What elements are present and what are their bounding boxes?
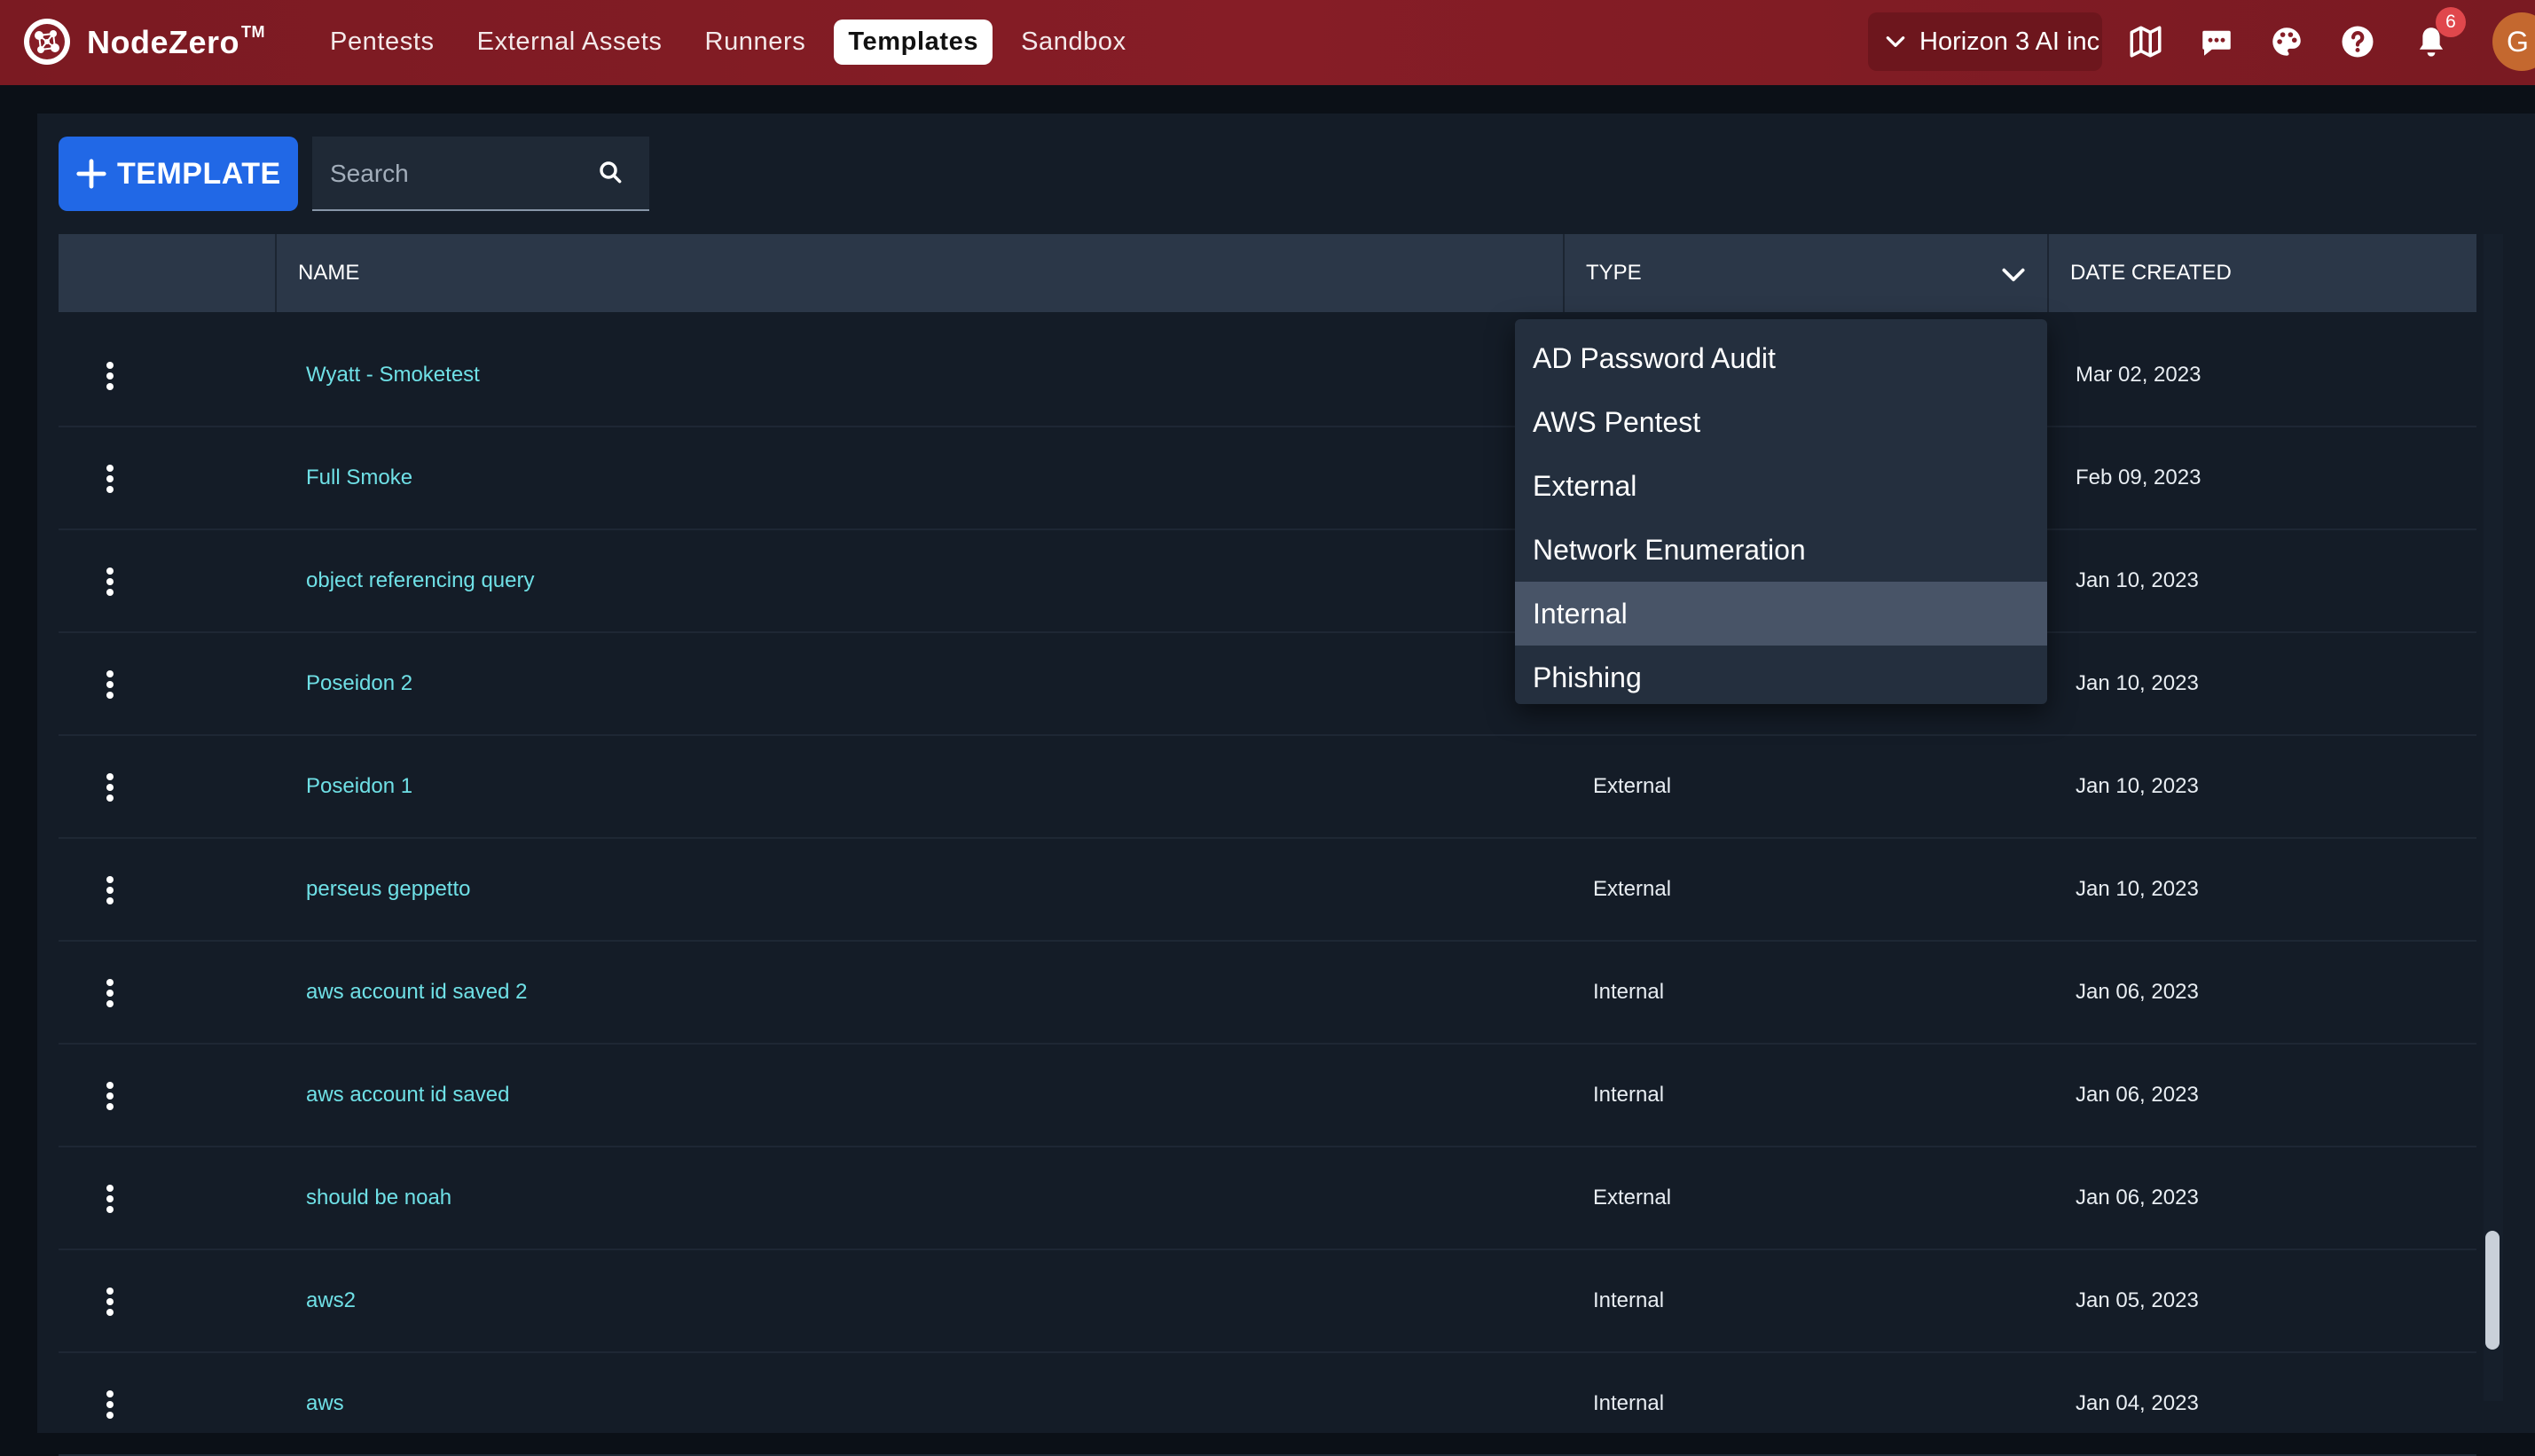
chevron-down-icon bbox=[1886, 36, 1905, 47]
search-icon[interactable] bbox=[596, 158, 624, 186]
more-options-icon[interactable] bbox=[105, 875, 115, 905]
template-date-created: Feb 09, 2023 bbox=[2076, 466, 2201, 489]
map-icon[interactable] bbox=[2127, 23, 2164, 60]
template-type: Internal bbox=[1593, 980, 1665, 1004]
search-box bbox=[312, 137, 649, 211]
template-date-created: Mar 02, 2023 bbox=[2076, 363, 2201, 387]
table-row: object referencing query Jan 10, 2023 bbox=[59, 530, 2476, 633]
column-header-date-created[interactable]: DATE CREATED bbox=[2049, 234, 2476, 312]
column-header-type[interactable]: TYPE bbox=[1565, 234, 2049, 312]
more-options-icon[interactable] bbox=[105, 772, 115, 802]
more-options-icon[interactable] bbox=[105, 1184, 115, 1214]
plus-icon bbox=[76, 159, 106, 189]
more-options-icon[interactable] bbox=[105, 464, 115, 494]
template-name-link[interactable]: Poseidon 2 bbox=[306, 671, 412, 696]
more-options-icon[interactable] bbox=[105, 567, 115, 597]
table-row: aws account id saved 2 Internal Jan 06, … bbox=[59, 942, 2476, 1045]
app-logo[interactable]: NodeZero TM bbox=[20, 16, 265, 67]
template-name-link[interactable]: object referencing query bbox=[306, 568, 534, 593]
template-name-link[interactable]: aws2 bbox=[306, 1288, 356, 1313]
chat-icon[interactable] bbox=[2198, 23, 2235, 60]
nav-external-assets[interactable]: External Assets bbox=[463, 20, 677, 65]
template-date-created: Jan 06, 2023 bbox=[2076, 1083, 2199, 1107]
template-date-created: Jan 10, 2023 bbox=[2076, 774, 2199, 798]
template-date-created: Jan 05, 2023 bbox=[2076, 1288, 2199, 1312]
template-type: Internal bbox=[1593, 1083, 1665, 1107]
template-type: Internal bbox=[1593, 1288, 1665, 1312]
org-name: Horizon 3 AI inc bbox=[1919, 27, 2100, 56]
type-option-ad-password-audit[interactable]: AD Password Audit bbox=[1515, 326, 2047, 390]
scrollbar-track[interactable] bbox=[2484, 234, 2503, 1401]
scrollbar-thumb[interactable] bbox=[2485, 1231, 2500, 1350]
type-option-aws-pentest[interactable]: AWS Pentest bbox=[1515, 390, 2047, 454]
template-date-created: Jan 06, 2023 bbox=[2076, 980, 2199, 1004]
table-row: Wyatt - Smoketest Mar 02, 2023 bbox=[59, 325, 2476, 427]
column-header-actions bbox=[59, 234, 277, 312]
type-option-phishing[interactable]: Phishing bbox=[1515, 646, 2047, 709]
template-name-link[interactable]: aws bbox=[306, 1391, 344, 1416]
more-options-icon[interactable] bbox=[105, 978, 115, 1008]
table-row: aws account id saved Internal Jan 06, 20… bbox=[59, 1045, 2476, 1147]
template-type: External bbox=[1593, 1186, 1672, 1209]
table-row: Poseidon 2 Jan 10, 2023 bbox=[59, 633, 2476, 736]
main-nav: Pentests External Assets Runners Templat… bbox=[316, 20, 1155, 65]
nodezero-logo-icon bbox=[24, 19, 70, 65]
column-header-name[interactable]: NAME bbox=[277, 234, 1565, 312]
more-options-icon[interactable] bbox=[105, 1287, 115, 1317]
nav-pentests[interactable]: Pentests bbox=[316, 20, 449, 65]
user-avatar[interactable]: G bbox=[2492, 12, 2535, 71]
template-name-link[interactable]: aws account id saved 2 bbox=[306, 980, 527, 1005]
help-icon[interactable] bbox=[2339, 23, 2376, 60]
template-date-created: Jan 10, 2023 bbox=[2076, 568, 2199, 592]
nav-sandbox[interactable]: Sandbox bbox=[1007, 20, 1141, 65]
template-name-link[interactable]: Full Smoke bbox=[306, 466, 412, 490]
table-header: NAME TYPE DATE CREATED bbox=[59, 234, 2476, 312]
template-type: Internal bbox=[1593, 1391, 1665, 1415]
table-row: aws Internal Jan 04, 2023 bbox=[59, 1353, 2476, 1456]
chevron-down-icon[interactable] bbox=[1999, 261, 2028, 289]
top-nav-bar: NodeZero TM Pentests External Assets Runn… bbox=[0, 0, 2535, 85]
add-template-label: TEMPLATE bbox=[117, 156, 281, 191]
template-date-created: Jan 10, 2023 bbox=[2076, 671, 2199, 695]
template-name-link[interactable]: should be noah bbox=[306, 1186, 451, 1210]
template-name-link[interactable]: perseus geppetto bbox=[306, 877, 470, 902]
nav-runners[interactable]: Runners bbox=[691, 20, 820, 65]
table-row: Poseidon 1 External Jan 10, 2023 bbox=[59, 736, 2476, 839]
search-input[interactable] bbox=[328, 153, 598, 195]
table-row: Full Smoke Feb 09, 2023 bbox=[59, 427, 2476, 530]
column-header-type-label: TYPE bbox=[1586, 261, 1642, 285]
more-options-icon[interactable] bbox=[105, 1389, 115, 1420]
template-name-link[interactable]: aws account id saved bbox=[306, 1083, 509, 1108]
app-name: NodeZero TM bbox=[87, 22, 266, 60]
type-option-external[interactable]: External bbox=[1515, 454, 2047, 518]
template-date-created: Jan 04, 2023 bbox=[2076, 1391, 2199, 1415]
table-row: should be noah External Jan 06, 2023 bbox=[59, 1147, 2476, 1250]
table-row: aws2 Internal Jan 05, 2023 bbox=[59, 1250, 2476, 1353]
notification-badge: 6 bbox=[2436, 7, 2466, 37]
add-template-button[interactable]: TEMPLATE bbox=[59, 137, 298, 211]
template-name-link[interactable]: Wyatt - Smoketest bbox=[306, 363, 480, 387]
type-option-internal[interactable]: Internal bbox=[1515, 582, 2047, 646]
org-selector[interactable]: Horizon 3 AI inc bbox=[1868, 12, 2102, 71]
type-option-network-enumeration[interactable]: Network Enumeration bbox=[1515, 518, 2047, 582]
type-filter-dropdown: AD Password Audit AWS Pentest External N… bbox=[1515, 319, 2047, 704]
template-table-body: Wyatt - Smoketest Mar 02, 2023 Full Smok… bbox=[59, 325, 2476, 1456]
template-date-created: Jan 06, 2023 bbox=[2076, 1186, 2199, 1209]
nav-templates[interactable]: Templates bbox=[834, 20, 993, 65]
more-options-icon[interactable] bbox=[105, 361, 115, 391]
template-type: External bbox=[1593, 774, 1672, 798]
more-options-icon[interactable] bbox=[105, 669, 115, 700]
more-options-icon[interactable] bbox=[105, 1081, 115, 1111]
palette-icon[interactable] bbox=[2268, 23, 2305, 60]
table-row: perseus geppetto External Jan 10, 2023 bbox=[59, 839, 2476, 942]
template-name-link[interactable]: Poseidon 1 bbox=[306, 774, 412, 799]
template-date-created: Jan 10, 2023 bbox=[2076, 877, 2199, 901]
template-type: External bbox=[1593, 877, 1672, 901]
